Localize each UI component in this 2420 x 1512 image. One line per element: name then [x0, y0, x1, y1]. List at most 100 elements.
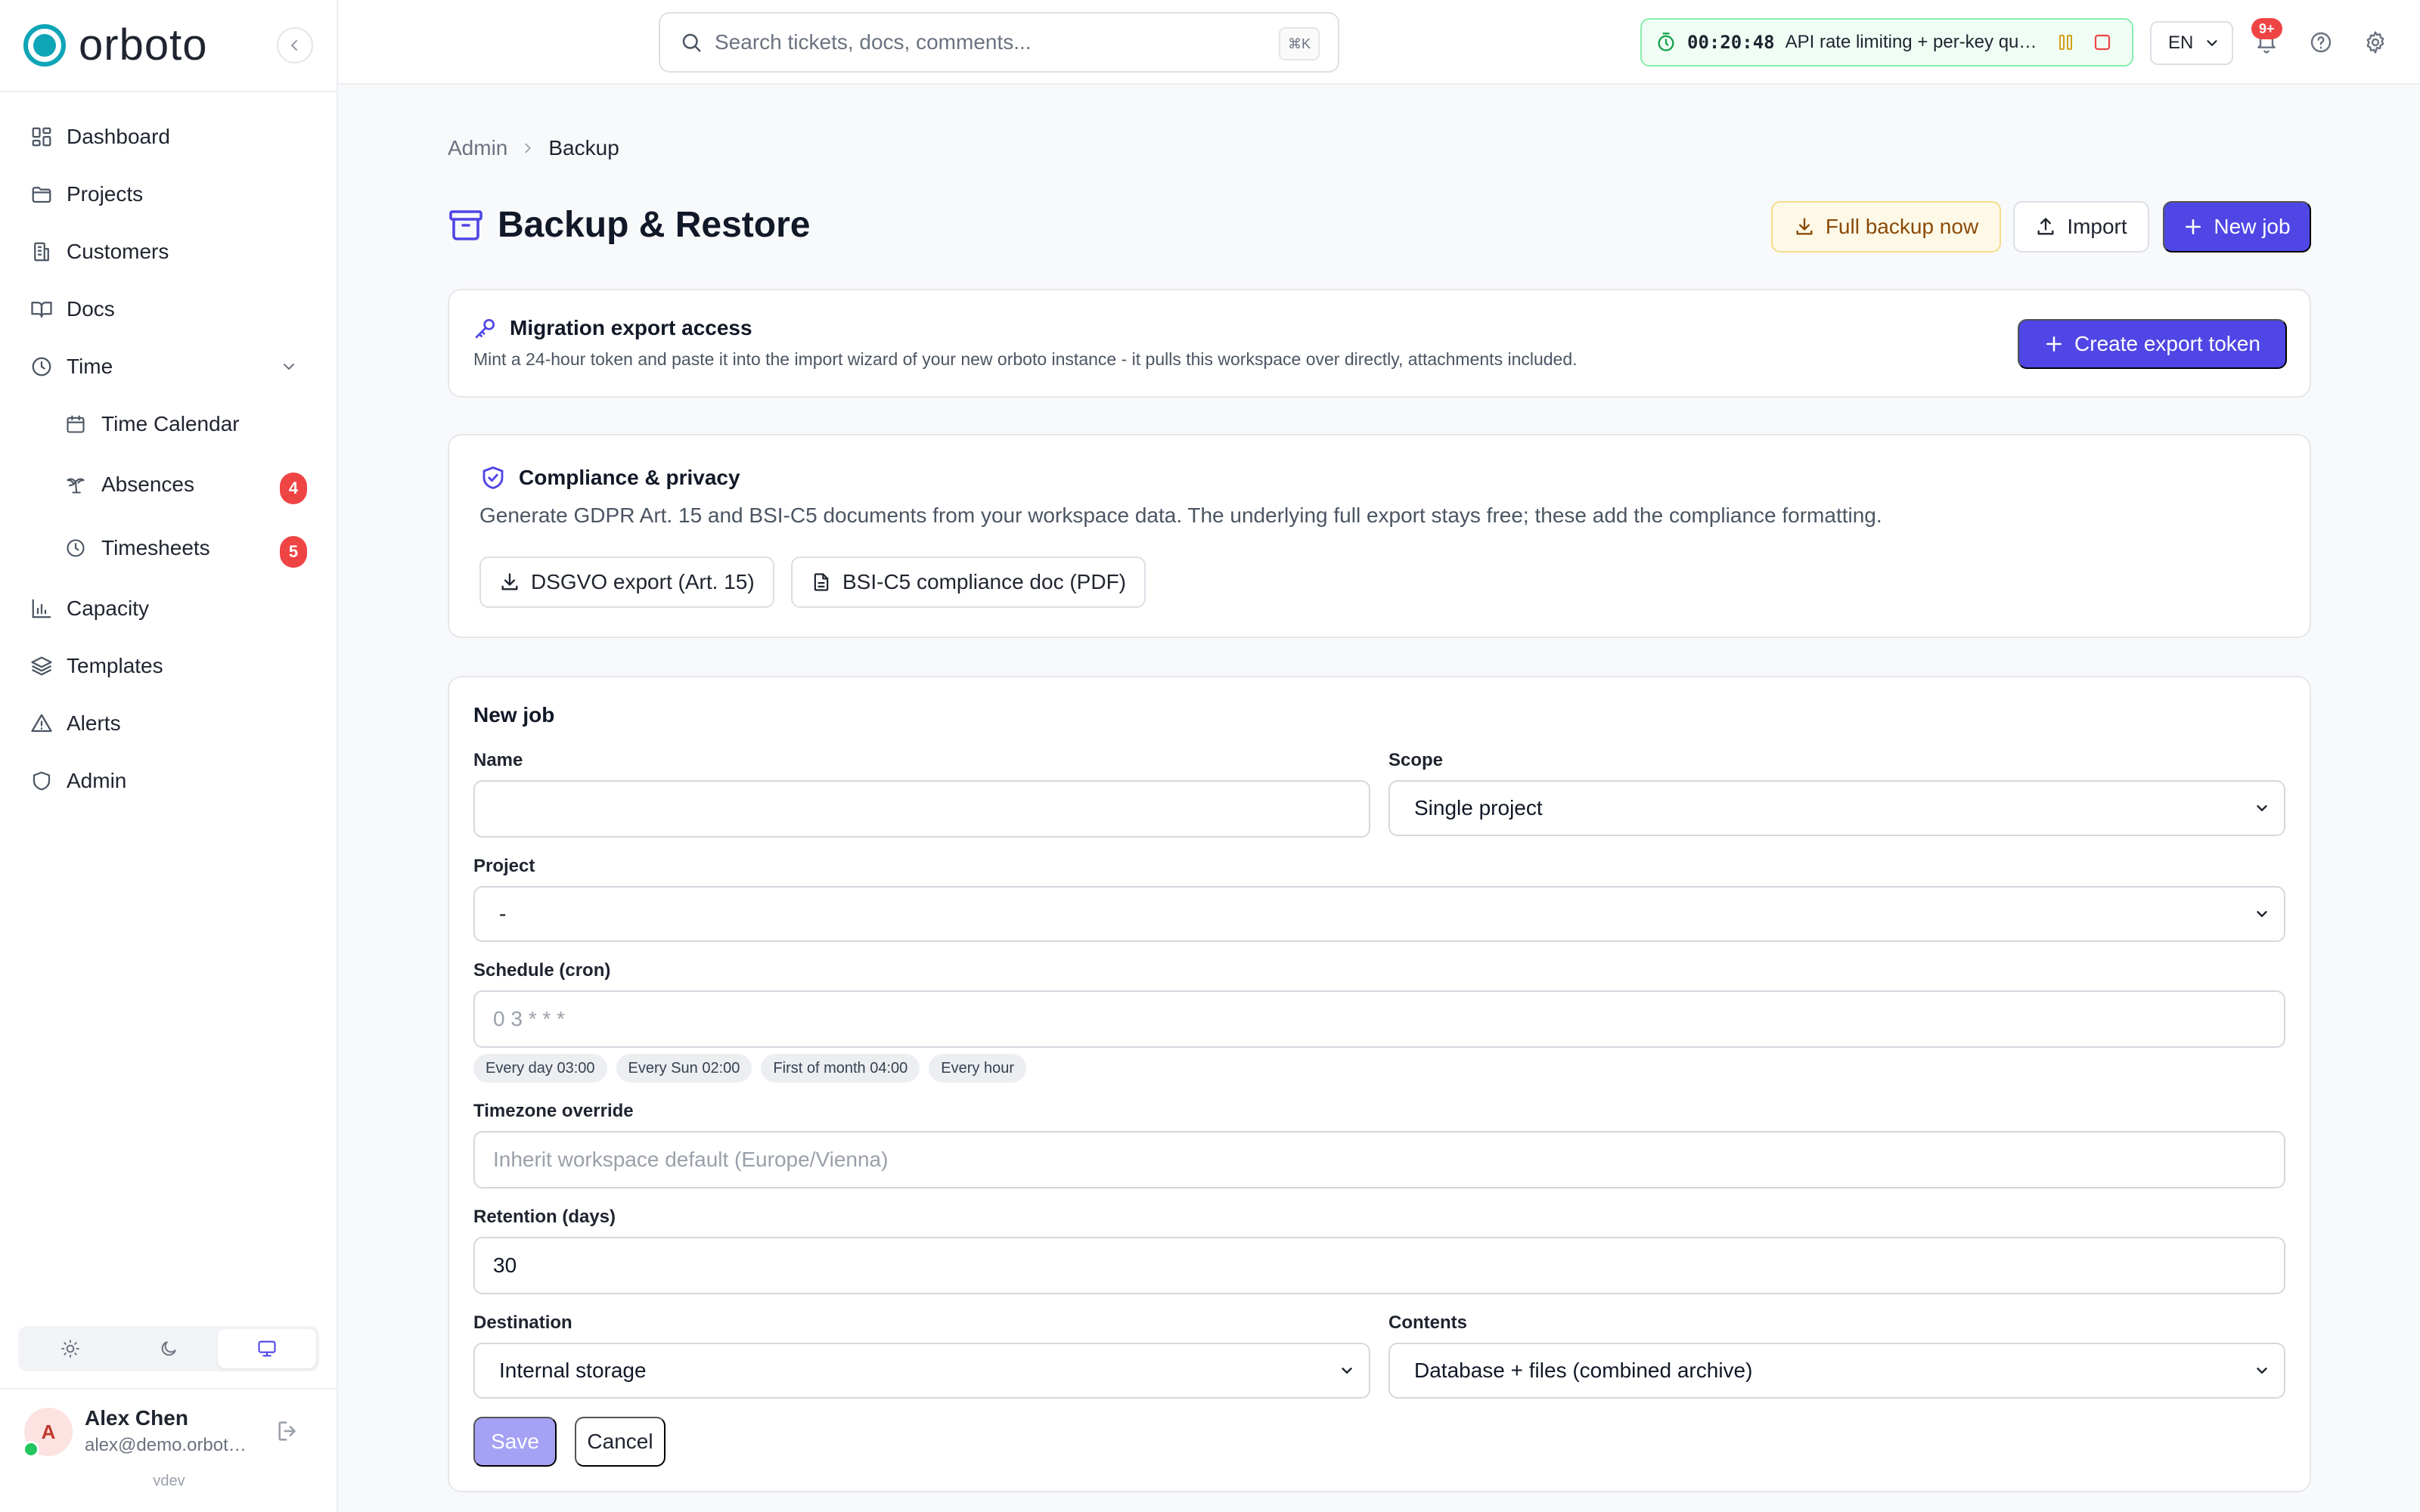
- pause-timer-button[interactable]: [2053, 29, 2079, 55]
- settings-button[interactable]: [2359, 26, 2392, 59]
- timer-task-title[interactable]: API rate limiting + per-key quotas: [1786, 32, 2043, 53]
- schedule-label: Schedule (cron): [473, 960, 611, 981]
- sidebar-item-time-calendar[interactable]: Time Calendar: [53, 401, 313, 447]
- chevron-down-icon: [2207, 40, 2217, 46]
- search-input[interactable]: [715, 30, 1259, 54]
- new-job-button[interactable]: New job: [2163, 201, 2311, 253]
- theme-system-button[interactable]: [218, 1329, 316, 1368]
- sidebar-item-timesheets[interactable]: Timesheets 5: [53, 525, 313, 571]
- help-button[interactable]: [2304, 26, 2338, 59]
- user-email: alex@demo.orboto.io: [85, 1435, 251, 1455]
- sidebar-item-templates[interactable]: Templates: [18, 643, 313, 689]
- breadcrumb-admin-link[interactable]: Admin: [448, 136, 507, 160]
- chevron-down-icon: [2257, 805, 2267, 811]
- language-select[interactable]: EN: [2150, 21, 2233, 65]
- dsgvo-export-label: DSGVO export (Art. 15): [531, 570, 755, 593]
- running-timer[interactable]: 00:20:48 API rate limiting + per-key quo…: [1640, 18, 2133, 67]
- sidebar-item-time[interactable]: Time: [18, 344, 313, 389]
- chevron-down-icon: [2257, 911, 2267, 917]
- scope-value: Single project: [1414, 796, 1543, 820]
- name-label: Name: [473, 750, 523, 770]
- sidebar-item-label: Timesheets: [101, 536, 210, 559]
- chevron-down-icon: [2257, 1368, 2267, 1374]
- theme-dark-button[interactable]: [119, 1329, 218, 1368]
- full-backup-button[interactable]: Full backup now: [1771, 201, 2001, 253]
- stop-timer-button[interactable]: [2090, 29, 2115, 55]
- scope-select[interactable]: Single project: [1388, 780, 2285, 836]
- sidebar-item-docs[interactable]: Docs: [18, 287, 313, 332]
- sidebar-item-label: Alerts: [67, 711, 121, 735]
- brand-logo[interactable]: orboto: [23, 21, 207, 70]
- sidebar-item-dashboard[interactable]: Dashboard: [18, 114, 313, 160]
- preset-chip-daily[interactable]: Every day 03:00: [473, 1054, 607, 1083]
- destination-value: Internal storage: [499, 1359, 647, 1382]
- timesheets-count-badge: 5: [280, 536, 307, 568]
- sidebar-item-label: Time Calendar: [101, 412, 240, 435]
- sidebar-item-customers[interactable]: Customers: [18, 229, 313, 274]
- help-circle-icon: [2310, 32, 2332, 53]
- shield-icon: [18, 770, 67, 792]
- chevron-down-icon: [1342, 1368, 1352, 1374]
- sidebar-item-label: Dashboard: [67, 125, 170, 148]
- contents-label: Contents: [1388, 1312, 1467, 1333]
- palm-tree-icon: [53, 474, 101, 495]
- sidebar-item-label: Capacity: [67, 596, 149, 620]
- breadcrumb-current: Backup: [548, 136, 619, 160]
- retention-label: Retention (days): [473, 1207, 616, 1227]
- name-input[interactable]: [493, 797, 1351, 821]
- archive-icon: [449, 209, 482, 240]
- stopwatch-icon: [1658, 33, 1674, 51]
- retention-input[interactable]: [493, 1253, 2266, 1278]
- chevron-left-icon: [290, 39, 298, 51]
- timezone-field[interactable]: [473, 1131, 2285, 1188]
- import-button[interactable]: Import: [2013, 201, 2149, 253]
- project-select[interactable]: -: [473, 886, 2285, 942]
- timezone-input[interactable]: [493, 1148, 2266, 1172]
- sidebar-item-admin[interactable]: Admin: [18, 758, 313, 804]
- theme-light-button[interactable]: [21, 1329, 119, 1368]
- sidebar-item-absences[interactable]: Absences 4: [53, 462, 313, 507]
- import-label: Import: [2067, 215, 2127, 238]
- contents-select[interactable]: Database + files (combined archive): [1388, 1343, 2285, 1399]
- save-button[interactable]: Save: [473, 1417, 557, 1467]
- orboto-logo-icon: [23, 24, 66, 67]
- name-field[interactable]: [473, 780, 1370, 838]
- bsi-c5-doc-button[interactable]: BSI-C5 compliance doc (PDF): [791, 556, 1146, 608]
- global-search[interactable]: ⌘K: [659, 12, 1339, 73]
- sidebar-item-alerts[interactable]: Alerts: [18, 701, 313, 746]
- sidebar-item-label: Time: [67, 355, 113, 378]
- language-value: EN: [2168, 33, 2194, 53]
- online-status-dot: [23, 1441, 39, 1458]
- clock-icon: [18, 355, 67, 378]
- logout-button[interactable]: [275, 1418, 301, 1444]
- folder-icon: [18, 183, 67, 206]
- schedule-field[interactable]: [473, 990, 2285, 1048]
- new-job-label: New job: [2214, 215, 2291, 238]
- logout-icon: [278, 1421, 296, 1441]
- sidebar-item-projects[interactable]: Projects: [18, 172, 313, 217]
- sun-icon: [61, 1340, 79, 1358]
- create-export-token-button[interactable]: Create export token: [2018, 319, 2287, 369]
- brand-name: orboto: [79, 20, 208, 70]
- preset-chip-hourly[interactable]: Every hour: [929, 1054, 1026, 1083]
- timezone-label: Timezone override: [473, 1101, 634, 1121]
- destination-label: Destination: [473, 1312, 572, 1333]
- schedule-input[interactable]: [493, 1007, 2266, 1031]
- destination-select[interactable]: Internal storage: [473, 1343, 1370, 1399]
- app-version: vdev: [153, 1473, 185, 1489]
- sidebar-item-label: Templates: [67, 654, 163, 677]
- user-name: Alex Chen: [85, 1406, 188, 1430]
- retention-field[interactable]: [473, 1237, 2285, 1294]
- preset-chip-monthly[interactable]: First of month 04:00: [761, 1054, 920, 1083]
- cancel-button[interactable]: Cancel: [575, 1417, 666, 1467]
- full-backup-label: Full backup now: [1825, 215, 1979, 238]
- create-export-token-label: Create export token: [2074, 332, 2260, 355]
- project-label: Project: [473, 856, 535, 876]
- plus-icon: [2046, 336, 2062, 352]
- upload-icon: [2037, 218, 2054, 235]
- download-icon: [1796, 218, 1813, 235]
- sidebar-item-capacity[interactable]: Capacity: [18, 586, 313, 631]
- collapse-sidebar-button[interactable]: [277, 27, 313, 64]
- preset-chip-weekly[interactable]: Every Sun 02:00: [616, 1054, 752, 1083]
- dsgvo-export-button[interactable]: DSGVO export (Art. 15): [479, 556, 774, 608]
